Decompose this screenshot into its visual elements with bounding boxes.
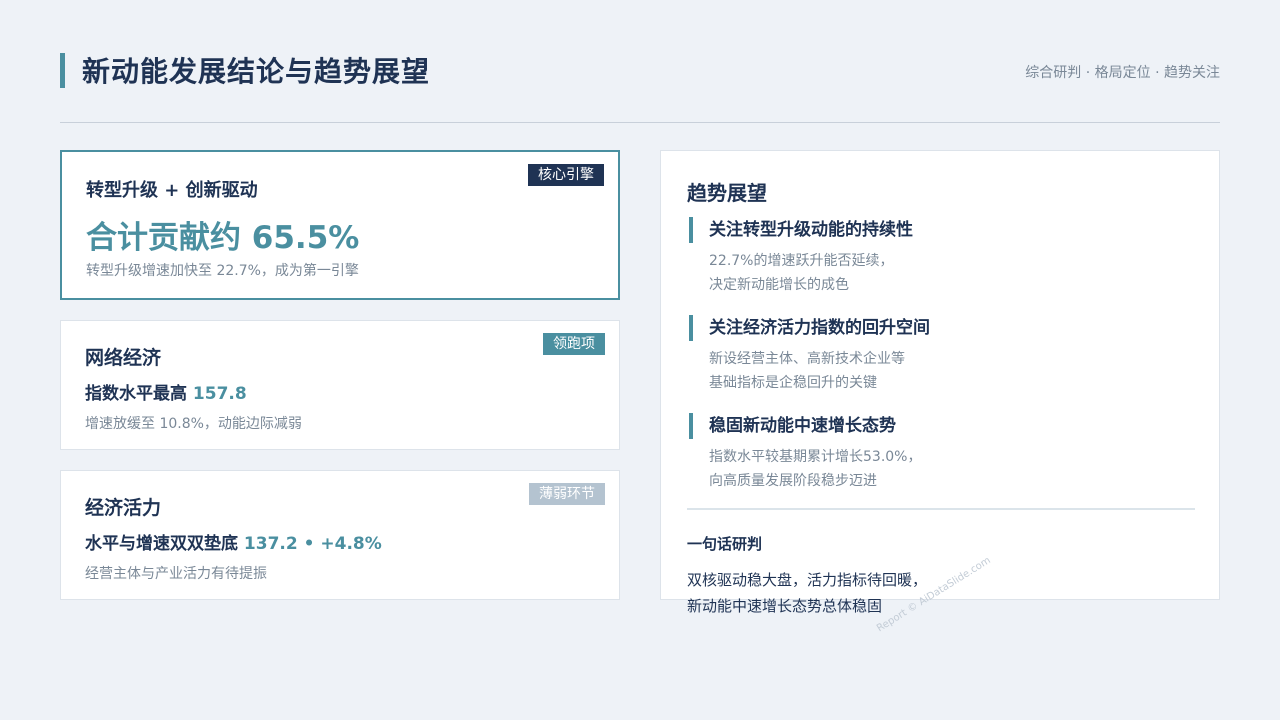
page-subtitle: 综合研判 · 格局定位 · 趋势关注 [1025, 65, 1220, 81]
economic-vitality-metric: 水平与增速双双垫底 137.2 • +4.8% [85, 529, 382, 554]
outlook-point-desc-line: 决定新动能增长的成色 [709, 277, 849, 293]
core-engine-metric: 合计贡献约 65.5% [86, 220, 360, 256]
outlook-point-desc: 新设经营主体、高新技术企业等 基础指标是企稳回升的关键 [709, 347, 905, 395]
outlook-point-title: 关注经济活力指数的回升空间 [709, 318, 930, 338]
page-title: 新动能发展结论与趋势展望 [82, 55, 431, 88]
network-economy-card: 领跑项 网络经济 指数水平最高 157.8 增速放缓至 10.8%，动能边际减弱 [60, 320, 620, 450]
outlook-point-desc-line: 22.7%的增速跃升能否延续， [709, 253, 894, 269]
outlook-point-desc-line: 指数水平较基期累计增长53.0%， [709, 449, 922, 465]
core-engine-desc: 转型升级增速加快至 22.7%，成为第一引擎 [86, 263, 359, 279]
header-divider [60, 122, 1220, 123]
economic-vitality-title: 经济活力 [85, 497, 162, 519]
outlook-divider [687, 508, 1195, 510]
title-accent-bar [60, 53, 65, 88]
economic-vitality-desc: 经营主体与产业活力有待提振 [85, 566, 267, 582]
outlook-point-desc: 22.7%的增速跃升能否延续， 决定新动能增长的成色 [709, 249, 893, 297]
economic-vitality-metric-value: 137.2 • +4.8% [243, 534, 382, 554]
core-engine-title: 转型升级 + 创新驱动 [86, 180, 258, 201]
summary-label: 一句话研判 [687, 535, 763, 553]
core-engine-card: 核心引擎 转型升级 + 创新驱动 合计贡献约 65.5% 转型升级增速加快至 2… [60, 150, 620, 300]
outlook-point-desc-line: 新设经营主体、高新技术企业等 [709, 351, 905, 367]
outlook-point-bar [689, 315, 693, 341]
outlook-point-desc-line: 基础指标是企稳回升的关键 [709, 375, 877, 391]
economic-vitality-tag: 薄弱环节 [529, 483, 605, 505]
network-economy-title: 网络经济 [85, 347, 162, 369]
outlook-card: 趋势展望 关注转型升级动能的持续性 22.7%的增速跃升能否延续， 决定新动能增… [660, 150, 1220, 615]
outlook-point-bar [689, 217, 693, 243]
outlook-point-bar [689, 413, 693, 439]
outlook-point-desc: 指数水平较基期累计增长53.0%， 向高质量发展阶段稳步迈进 [709, 445, 921, 493]
network-economy-desc: 增速放缓至 10.8%，动能边际减弱 [85, 416, 302, 432]
summary-line: 双核驱动稳大盘，活力指标待回暖， [687, 571, 928, 589]
summary-text: 双核驱动稳大盘，活力指标待回暖， 新动能中速增长态势总体稳固 [687, 567, 927, 619]
economic-vitality-metric-label: 水平与增速双双垫底 [85, 534, 238, 554]
outlook-title: 趋势展望 [687, 181, 767, 205]
economic-vitality-card: 薄弱环节 经济活力 水平与增速双双垫底 137.2 • +4.8% 经营主体与产… [60, 470, 620, 600]
outlook-point-desc-line: 向高质量发展阶段稳步迈进 [709, 473, 877, 489]
network-economy-metric: 指数水平最高 157.8 [85, 379, 247, 404]
network-economy-metric-label: 指数水平最高 [85, 384, 187, 404]
core-engine-tag: 核心引擎 [528, 164, 604, 186]
network-economy-tag: 领跑项 [543, 333, 605, 355]
network-economy-metric-value: 157.8 [192, 384, 247, 404]
outlook-point-title: 稳固新动能中速增长态势 [709, 416, 896, 436]
outlook-point-title: 关注转型升级动能的持续性 [709, 220, 913, 240]
